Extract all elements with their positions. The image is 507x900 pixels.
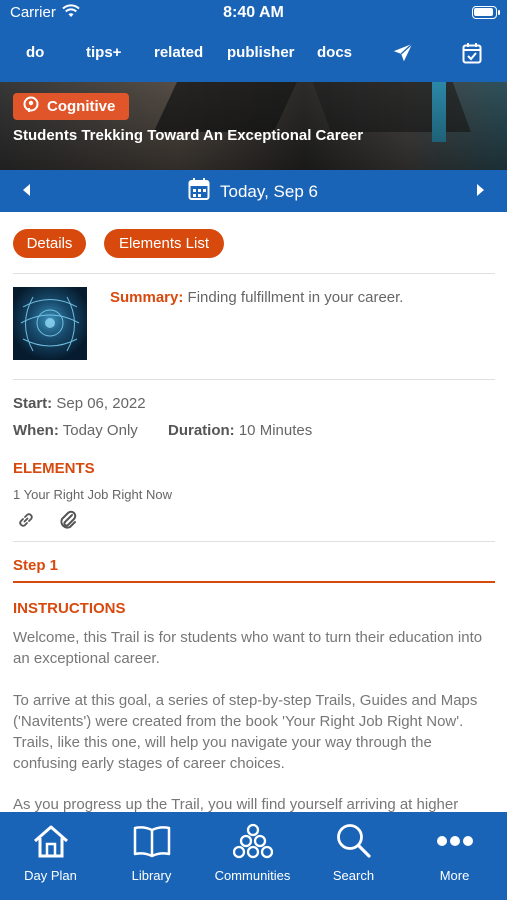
date-label: Today, Sep 6 bbox=[220, 181, 318, 201]
nav-search[interactable]: Search bbox=[303, 822, 404, 883]
tab-do[interactable]: do bbox=[26, 44, 44, 61]
nav-more[interactable]: More bbox=[404, 822, 505, 883]
battery-icon bbox=[472, 6, 500, 19]
start-value: Sep 06, 2022 bbox=[56, 395, 146, 412]
instructions-paragraph: Welcome, this Trail is for students who … bbox=[13, 629, 483, 667]
calendar-icon bbox=[188, 177, 210, 206]
next-day-icon[interactable] bbox=[475, 181, 487, 204]
tab-publisher[interactable]: publisher bbox=[227, 44, 295, 61]
elements-list-button[interactable]: Elements List bbox=[104, 229, 224, 258]
instructions-paragraph: To arrive at this goal, a series of step… bbox=[13, 692, 478, 772]
date-bar: Today, Sep 6 bbox=[0, 170, 507, 212]
clock: 8:40 AM bbox=[223, 4, 284, 21]
duration-label: Duration: bbox=[168, 422, 235, 439]
attachment-icon[interactable] bbox=[58, 509, 78, 536]
divider bbox=[13, 379, 495, 380]
calendar-check-icon[interactable] bbox=[462, 42, 482, 69]
brain-icon bbox=[23, 96, 41, 118]
more-icon bbox=[404, 822, 505, 860]
home-icon bbox=[0, 822, 101, 860]
element-item[interactable]: 1 Your Right Job Right Now bbox=[13, 487, 172, 502]
divider bbox=[13, 541, 495, 542]
nav-library[interactable]: Library bbox=[101, 822, 202, 883]
communities-icon bbox=[202, 822, 303, 860]
nav-communities[interactable]: Communities bbox=[202, 822, 303, 883]
trail-thumbnail bbox=[13, 287, 87, 360]
tab-tips[interactable]: tips+ bbox=[86, 44, 121, 61]
elements-heading: ELEMENTS bbox=[13, 460, 95, 477]
top-nav: do tips+ related publisher docs bbox=[0, 26, 507, 82]
tab-related[interactable]: related bbox=[154, 44, 203, 61]
nav-communities-label: Communities bbox=[214, 868, 291, 883]
start-label: Start: bbox=[13, 395, 53, 412]
nav-day-plan-label: Day Plan bbox=[24, 868, 77, 883]
summary: Summary: Finding fulfillment in your car… bbox=[110, 289, 403, 306]
step-underline bbox=[13, 581, 495, 583]
link-icon[interactable] bbox=[16, 510, 36, 535]
status-bar: Carrier 8:40 AM bbox=[0, 0, 507, 26]
summary-label: Summary: bbox=[110, 289, 184, 306]
nav-more-label: More bbox=[439, 868, 470, 883]
previous-day-icon[interactable] bbox=[20, 181, 32, 204]
start-row: Start: Sep 06, 2022 bbox=[13, 395, 146, 412]
details-button[interactable]: Details bbox=[13, 229, 86, 258]
category-badge-label: Cognitive bbox=[47, 98, 116, 115]
book-icon bbox=[101, 822, 202, 860]
step-label: Step 1 bbox=[13, 557, 59, 574]
send-icon[interactable] bbox=[392, 42, 414, 69]
nav-library-label: Library bbox=[131, 868, 172, 883]
category-badge: Cognitive bbox=[13, 93, 130, 120]
duration-value: 10 Minutes bbox=[238, 422, 313, 439]
summary-text: Finding fulfillment in your career. bbox=[187, 289, 404, 306]
hero-banner: Cognitive Students Trekking Toward An Ex… bbox=[0, 82, 507, 170]
search-icon bbox=[303, 822, 404, 860]
bottom-nav: Day Plan Library Communities Search More bbox=[0, 812, 507, 900]
nav-search-label: Search bbox=[332, 868, 375, 883]
nav-day-plan[interactable]: Day Plan bbox=[0, 822, 101, 883]
when-label: When: bbox=[13, 422, 59, 439]
tab-docs[interactable]: docs bbox=[317, 44, 352, 61]
when-value: Today Only bbox=[62, 422, 138, 439]
trail-title: Students Trekking Toward An Exceptional … bbox=[13, 127, 364, 144]
divider bbox=[13, 273, 495, 274]
instructions-heading: INSTRUCTIONS bbox=[13, 600, 126, 617]
date-selector[interactable]: Today, Sep 6 bbox=[188, 177, 318, 206]
when-row: When: Today Only bbox=[13, 422, 138, 439]
duration-row: Duration: 10 Minutes bbox=[168, 422, 312, 439]
